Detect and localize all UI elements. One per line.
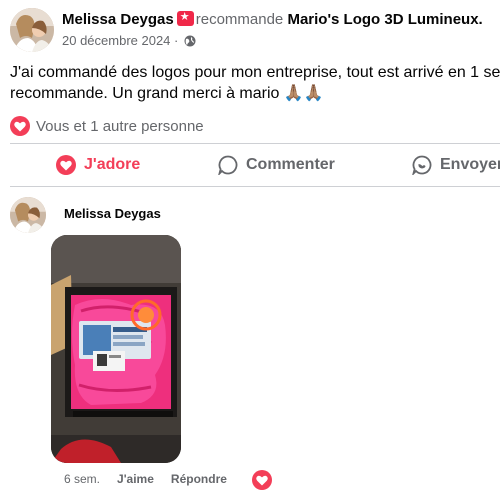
globe-icon bbox=[184, 35, 196, 47]
comment-like-button[interactable]: J'aime bbox=[117, 472, 154, 486]
divider bbox=[10, 143, 500, 144]
author-avatar[interactable] bbox=[10, 8, 54, 52]
post-date-line: 20 décembre 2024 · bbox=[62, 33, 196, 48]
post-author-name[interactable]: Melissa Deygas bbox=[62, 11, 174, 28]
adore-button[interactable]: J'adore bbox=[56, 155, 140, 175]
send-label: Envoyer bbox=[440, 156, 500, 173]
comment-photo[interactable] bbox=[51, 235, 181, 463]
adore-label: J'adore bbox=[84, 156, 141, 173]
post-header: Melissa Deygas recommande Mario's Logo 3D… bbox=[10, 8, 500, 52]
divider bbox=[10, 186, 500, 187]
comment-meta: 6 sem. J'aime Répondre bbox=[64, 472, 244, 486]
comment-time[interactable]: 6 sem. bbox=[64, 472, 100, 486]
reactions-text: Vous et 1 autre personne bbox=[36, 117, 204, 135]
comment-heart-reaction-icon[interactable] bbox=[252, 470, 272, 490]
recommends-verb: recommande bbox=[195, 11, 284, 28]
heart-icon bbox=[10, 116, 30, 136]
comment-author-name[interactable]: Melissa Deygas bbox=[64, 206, 161, 221]
post-header-line: Melissa Deygas recommande Mario's Logo 3D… bbox=[62, 10, 483, 28]
send-button[interactable]: Envoyer bbox=[412, 155, 500, 175]
comment-button[interactable]: Commenter bbox=[218, 155, 335, 175]
post-text-line: J'ai commandé des logos pour mon entrepr… bbox=[10, 64, 500, 81]
comment-label: Commenter bbox=[246, 156, 335, 173]
heart-icon bbox=[56, 155, 76, 175]
comment-reply-button[interactable]: Répondre bbox=[171, 472, 227, 486]
post-date[interactable]: 20 décembre 2024 · bbox=[62, 33, 178, 48]
messenger-icon bbox=[412, 155, 432, 175]
comment-author-avatar[interactable] bbox=[10, 197, 46, 233]
recommend-star-badge-icon bbox=[176, 10, 194, 26]
recommended-page-name[interactable]: Mario's Logo 3D Lumineux. bbox=[287, 11, 482, 28]
post-text: J'ai commandé des logos pour mon entrepr… bbox=[10, 62, 500, 104]
post-action-bar: J'adore Commenter Envoyer bbox=[10, 146, 500, 184]
comment-icon bbox=[218, 155, 238, 175]
reactions-summary[interactable]: Vous et 1 autre personne bbox=[10, 115, 204, 137]
post-text-line: recommande. Un grand merci à mario 🙏🏽🙏🏽 bbox=[10, 85, 324, 102]
